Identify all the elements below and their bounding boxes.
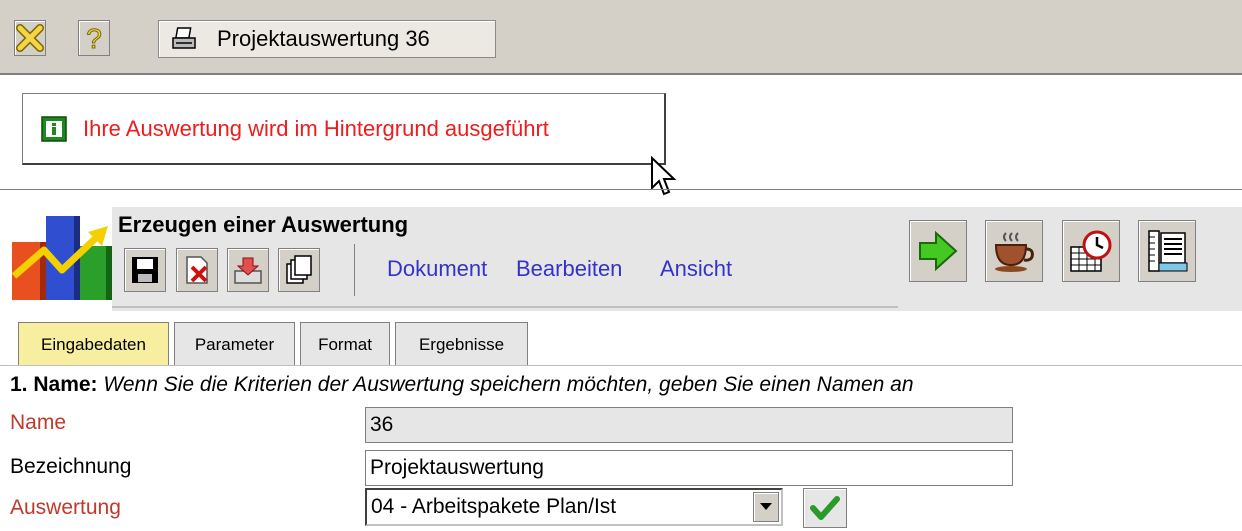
toolbar: ? Projektauswertung 36 — [0, 0, 1242, 75]
menu-ansicht[interactable]: Ansicht — [660, 256, 732, 282]
info-icon — [41, 115, 67, 142]
execute-arrow-icon — [919, 230, 958, 272]
info-message: Ihre Auswertung wird im Hintergrund ausg… — [22, 93, 666, 165]
tab-eingabedaten[interactable]: Eingabedaten — [18, 322, 169, 366]
close-icon — [16, 24, 44, 52]
menu-dokument[interactable]: Dokument — [387, 256, 487, 282]
description-label: Bezeichnung — [10, 455, 132, 478]
section-number: 1. Name: — [10, 373, 98, 396]
delete-icon — [186, 256, 208, 284]
copy-icon — [286, 255, 312, 284]
info-message-text: Ihre Auswertung wird im Hintergrund ausg… — [83, 115, 549, 141]
report-layout-button[interactable] — [1138, 220, 1196, 282]
printer-icon — [172, 27, 196, 49]
delete-button[interactable] — [176, 248, 218, 292]
help-button[interactable]: ? — [78, 20, 110, 56]
tab-ergebnisse[interactable]: Ergebnisse — [395, 322, 528, 366]
help-icon: ? — [86, 23, 103, 55]
menu-bearbeiten[interactable]: Bearbeiten — [516, 256, 622, 282]
panel-title: Erzeugen einer Auswertung — [118, 212, 409, 237]
coffee-cup-icon — [994, 232, 1034, 272]
chevron-down-icon — [760, 503, 772, 510]
close-button[interactable] — [14, 20, 46, 56]
panel-divider — [112, 306, 898, 308]
save-button[interactable] — [124, 248, 166, 292]
section-hint: Wenn Sie die Kriterien der Auswertung sp… — [103, 373, 914, 396]
background-run-button[interactable] — [985, 220, 1043, 282]
execute-button[interactable] — [909, 220, 967, 282]
mouse-cursor-icon — [651, 156, 677, 196]
import-button[interactable] — [227, 248, 269, 292]
chart-logo-icon — [11, 216, 112, 300]
evaluation-select[interactable]: 04 - Arbeitspakete Plan/Ist — [365, 488, 783, 526]
tab-parameter[interactable]: Parameter — [174, 322, 295, 366]
toolbar-separator — [354, 244, 355, 296]
window-tab-label: Projektauswertung 36 — [217, 26, 430, 51]
report-layout-icon — [1148, 230, 1188, 272]
dropdown-arrow[interactable] — [753, 492, 779, 522]
svg-text:?: ? — [86, 23, 102, 54]
schedule-clock-icon — [1070, 230, 1112, 272]
window-tab-button[interactable]: Projektauswertung 36 — [158, 20, 496, 58]
schedule-button[interactable] — [1062, 220, 1120, 282]
evaluation-label: Auswertung — [10, 496, 121, 519]
tab-underline — [0, 365, 1242, 366]
divider — [0, 189, 1242, 190]
name-label: Name — [10, 411, 67, 434]
evaluation-select-value: 04 - Arbeitspakete Plan/Ist — [371, 495, 617, 518]
import-icon — [234, 257, 262, 284]
tab-format[interactable]: Format — [300, 322, 390, 366]
name-field[interactable]: 36 — [365, 407, 1013, 443]
copy-button[interactable] — [278, 248, 320, 292]
save-icon — [132, 257, 158, 283]
section-heading: 1. Name: Wenn Sie die Kriterien der Ausw… — [10, 373, 914, 397]
checkmark-icon — [810, 496, 840, 520]
confirm-button[interactable] — [803, 488, 847, 528]
description-field[interactable]: Projektauswertung — [365, 450, 1013, 486]
